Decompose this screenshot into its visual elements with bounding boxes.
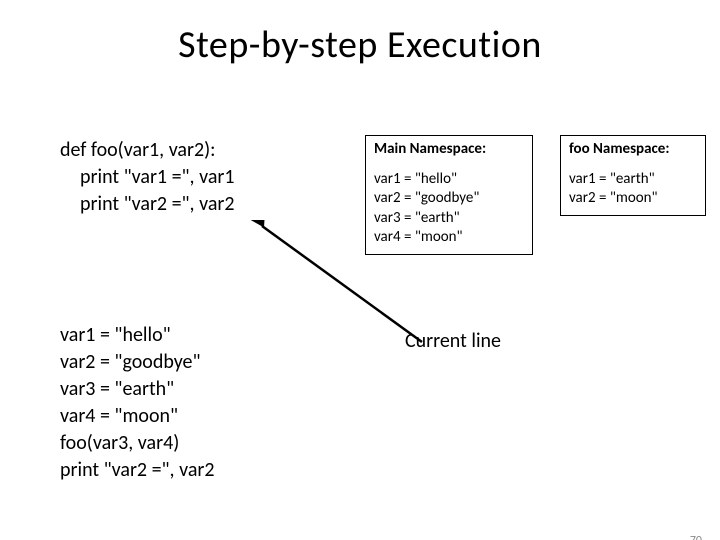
assign-var2: var2 = "goodbye" <box>60 349 215 376</box>
assign-var3: var3 = "earth" <box>60 376 215 403</box>
main-ns-var1: var1 = "hello" <box>374 170 524 190</box>
foo-namespace-title: foo Namespace: <box>569 140 697 160</box>
call-foo: foo(var3, var4) <box>60 430 215 457</box>
assign-var4: var4 = "moon" <box>60 403 215 430</box>
slide-number: 70 <box>690 534 702 540</box>
slide-title: Step-by-step Execution <box>0 22 720 68</box>
main-ns-var4: var4 = "moon" <box>374 228 524 248</box>
foo-ns-var2: var2 = "moon" <box>569 189 697 209</box>
assignment-block: var1 = "hello" var2 = "goodbye" var3 = "… <box>60 322 215 484</box>
code-print-var1: print "var1 =", var1 <box>60 164 340 191</box>
main-namespace-box: Main Namespace: var1 = "hello" var2 = "g… <box>365 135 533 255</box>
code-print-var2: print "var2 =", var2 <box>60 191 340 218</box>
print-after: print "var2 =", var2 <box>60 457 215 484</box>
foo-ns-var1: var1 = "earth" <box>569 170 697 190</box>
main-ns-var3: var3 = "earth" <box>374 209 524 229</box>
current-line-label: Current line <box>405 329 501 353</box>
foo-namespace-box: foo Namespace: var1 = "earth" var2 = "mo… <box>560 135 706 216</box>
assign-var1: var1 = "hello" <box>60 322 215 349</box>
main-namespace-title: Main Namespace: <box>374 140 524 160</box>
main-ns-var2: var2 = "goodbye" <box>374 189 524 209</box>
code-def-line: def foo(var1, var2): <box>60 137 340 164</box>
function-definition-block: def foo(var1, var2): print "var1 =", var… <box>60 137 340 218</box>
